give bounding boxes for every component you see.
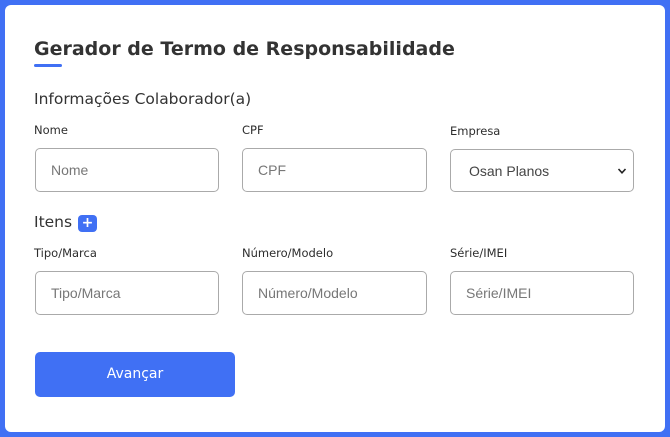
items-section-title: Itens — [34, 213, 73, 231]
tipo-label: Tipo/Marca — [34, 246, 97, 260]
nome-input[interactable] — [35, 148, 219, 192]
serie-input[interactable] — [450, 271, 634, 315]
form-card: Gerador de Termo de Responsabilidade Inf… — [5, 5, 665, 432]
collaborator-section-title: Informações Colaborador(a) — [34, 90, 252, 108]
advance-button[interactable]: Avançar — [35, 352, 235, 397]
numero-input[interactable] — [242, 271, 427, 315]
numero-label: Número/Modelo — [242, 246, 334, 260]
serie-label: Série/IMEI — [450, 246, 508, 260]
empresa-select[interactable]: Osan Planos — [450, 149, 634, 192]
page-title: Gerador de Termo de Responsabilidade — [34, 38, 455, 60]
cpf-label: CPF — [242, 123, 264, 137]
chevron-down-icon — [617, 168, 627, 174]
cpf-input[interactable] — [242, 148, 427, 192]
plus-icon: + — [81, 215, 94, 231]
nome-label: Nome — [34, 123, 68, 137]
empresa-selected-value: Osan Planos — [469, 163, 550, 179]
add-item-button[interactable]: + — [78, 215, 97, 232]
empresa-label: Empresa — [450, 124, 501, 138]
tipo-input[interactable] — [35, 271, 219, 315]
title-underline — [34, 64, 62, 67]
